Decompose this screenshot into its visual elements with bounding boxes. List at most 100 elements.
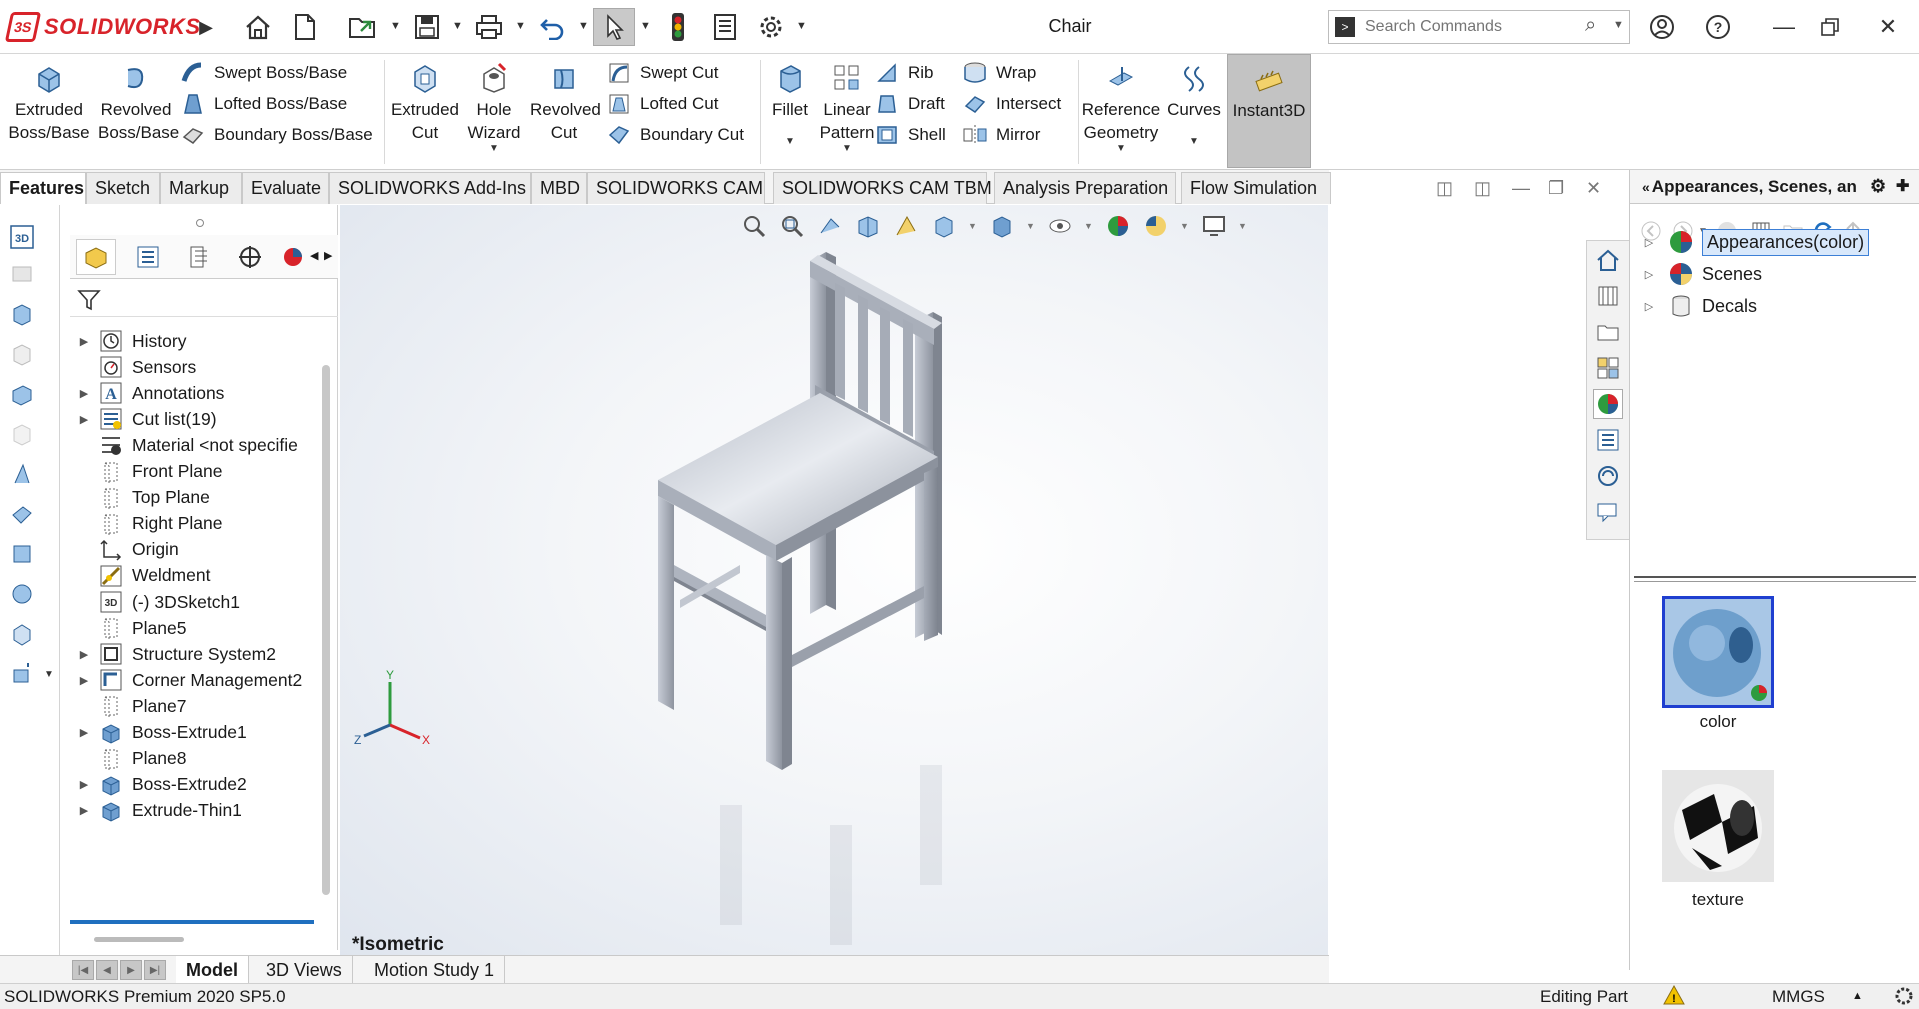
tab-markup[interactable]: Markup [160, 172, 242, 204]
zoom-to-fit-icon[interactable] [740, 212, 768, 240]
apply-scene-icon[interactable] [1142, 212, 1170, 240]
user-account-icon[interactable] [1644, 10, 1680, 44]
expand-icon[interactable]: ▶ [70, 804, 98, 817]
customize-status-icon[interactable] [1892, 984, 1916, 1009]
extruded-cut-button[interactable]: Extruded Cut [388, 60, 462, 144]
tile-right-icon[interactable]: ◫ [1474, 178, 1491, 199]
3d-views-tab[interactable]: 3D Views [256, 956, 353, 984]
close-window-icon[interactable]: ✕ [1870, 10, 1906, 44]
tool-icon-6[interactable] [8, 460, 36, 488]
lofted-cut-button[interactable]: Lofted Cut [606, 89, 718, 119]
dimxpert-tab-icon[interactable] [230, 239, 270, 275]
appearances-folder[interactable]: ▷ Appearances(color) [1630, 226, 1910, 258]
tab-analysis-preparation[interactable]: Analysis Preparation [994, 172, 1176, 204]
tool-icon-5[interactable] [8, 420, 36, 448]
options-dropdown-icon[interactable]: ▼ [796, 20, 807, 32]
fillet-dropdown-icon[interactable]: ▼ [785, 137, 795, 147]
next-tab-icon[interactable]: ▶ [120, 960, 142, 980]
linear-pattern-button[interactable]: Linear Pattern ▼ [814, 60, 880, 154]
tool-icon-4[interactable] [8, 380, 36, 408]
tool-icon-3[interactable] [8, 340, 36, 368]
last-tab-icon[interactable]: ▶| [144, 960, 166, 980]
rebuild-icon[interactable] [664, 8, 692, 46]
open-folder-icon[interactable] [346, 8, 380, 46]
file-properties-icon[interactable] [708, 8, 742, 46]
fillet-button[interactable]: Fillet ▼ [764, 60, 816, 147]
expand-icon[interactable]: ▶ [70, 648, 98, 661]
shell-button[interactable]: Shell [874, 120, 946, 150]
chair-model[interactable] [340, 205, 1328, 960]
apply-scene-dropdown-icon[interactable]: ▼ [1180, 221, 1190, 231]
expand-icon[interactable]: ▶ [70, 726, 98, 739]
lofted-boss-button[interactable]: Lofted Boss/Base [180, 89, 347, 119]
tab-solidworks-add-ins[interactable]: SOLIDWORKS Add-Ins [329, 172, 531, 204]
hole-wizard-button[interactable]: Hole Wizard ▼ [460, 60, 528, 154]
panel-grip-icon[interactable] [196, 219, 204, 227]
undo-icon[interactable] [536, 8, 570, 46]
scenes-folder[interactable]: ▷ Scenes [1630, 258, 1910, 290]
wrap-button[interactable]: Wrap [962, 58, 1036, 88]
help-icon[interactable]: ? [1700, 10, 1736, 44]
select-icon[interactable] [593, 8, 635, 46]
hide-show-items-icon[interactable] [1046, 212, 1074, 240]
filter-icon[interactable] [76, 287, 102, 313]
search-dropdown-icon[interactable]: ▼ [1613, 19, 1624, 31]
print-dropdown-icon[interactable]: ▼ [515, 20, 526, 32]
hole-wizard-dropdown-icon[interactable]: ▼ [489, 144, 499, 154]
tabs-scroll-right-icon[interactable]: ▶ [324, 249, 332, 262]
options-gear-icon[interactable] [754, 8, 788, 46]
expand-icon[interactable]: ▶ [70, 674, 98, 687]
viewport-close-icon[interactable]: ✕ [1586, 178, 1601, 199]
configuration-manager-tab-icon[interactable] [180, 239, 220, 275]
collapse-pane-icon[interactable]: « [1642, 179, 1650, 195]
toolbar-more-dropdown-icon[interactable]: ▼ [44, 669, 54, 680]
feature-filter-bar[interactable] [70, 281, 338, 317]
feature-tree-tab-icon[interactable] [76, 239, 116, 275]
extruded-boss-button[interactable]: Extruded Boss/Base [4, 60, 94, 144]
tab-features[interactable]: Features [0, 172, 86, 204]
rebuild-warning-icon[interactable]: ! [1662, 984, 1690, 1009]
expand-icon[interactable]: ▷ [1630, 300, 1668, 313]
tab-sketch[interactable]: Sketch [86, 172, 160, 204]
3d-icon[interactable]: 3D [8, 223, 36, 251]
curves-button[interactable]: Curves ▼ [1164, 60, 1224, 147]
tab-evaluate[interactable]: Evaluate [242, 172, 329, 204]
mirror-button[interactable]: Mirror [962, 120, 1040, 150]
unit-system[interactable]: MMGS [1772, 987, 1825, 1007]
expand-icon[interactable]: ▶ [70, 335, 98, 348]
minimize-window-icon[interactable]: — [1766, 10, 1802, 44]
file-explorer-icon[interactable] [1593, 317, 1623, 347]
rib-button[interactable]: Rib [874, 58, 934, 88]
solidworks-logo[interactable]: 3S SOLIDWORKS [4, 10, 201, 44]
tool-icon-10[interactable] [8, 620, 36, 648]
intersect-button[interactable]: Intersect [962, 89, 1061, 119]
revolved-boss-button[interactable]: Revolved Boss/Base [96, 60, 179, 144]
tool-icon-7[interactable] [8, 500, 36, 528]
tab-solidworks-cam[interactable]: SOLIDWORKS CAM [587, 172, 765, 204]
expand-icon[interactable]: ▶ [70, 413, 98, 426]
task-pane-splitter[interactable] [1634, 576, 1916, 582]
tree-rollback-bar[interactable] [70, 920, 314, 924]
select-dropdown-icon[interactable]: ▼ [640, 20, 651, 32]
revolved-cut-button[interactable]: Revolved Cut [528, 60, 601, 144]
reference-geometry-dropdown-icon[interactable]: ▼ [1116, 144, 1126, 154]
expand-icon[interactable]: ▶ [70, 387, 98, 400]
search-input[interactable] [1365, 15, 1565, 39]
tab-mbd[interactable]: MBD [531, 172, 587, 204]
zoom-to-area-icon[interactable] [778, 212, 806, 240]
color-swatch[interactable] [1662, 596, 1774, 708]
tool-icon-11[interactable] [8, 660, 36, 688]
print-icon[interactable] [472, 8, 506, 46]
texture-swatch[interactable] [1662, 770, 1774, 882]
feature-tree-hscrollbar[interactable] [94, 937, 184, 942]
section-view-icon[interactable] [854, 212, 882, 240]
tool-icon-8[interactable] [8, 540, 36, 568]
solidworks-resources-icon[interactable] [1593, 245, 1623, 275]
viewport-minimize-icon[interactable]: — [1512, 178, 1530, 199]
dynamic-annotation-icon[interactable] [892, 212, 920, 240]
motion-study-tab[interactable]: Motion Study 1 [364, 956, 506, 984]
view-settings-monitor-icon[interactable] [1200, 212, 1228, 240]
display-style-icon[interactable] [988, 212, 1016, 240]
view-orientation-icon[interactable] [930, 212, 958, 240]
property-manager-tab-icon[interactable] [128, 239, 168, 275]
